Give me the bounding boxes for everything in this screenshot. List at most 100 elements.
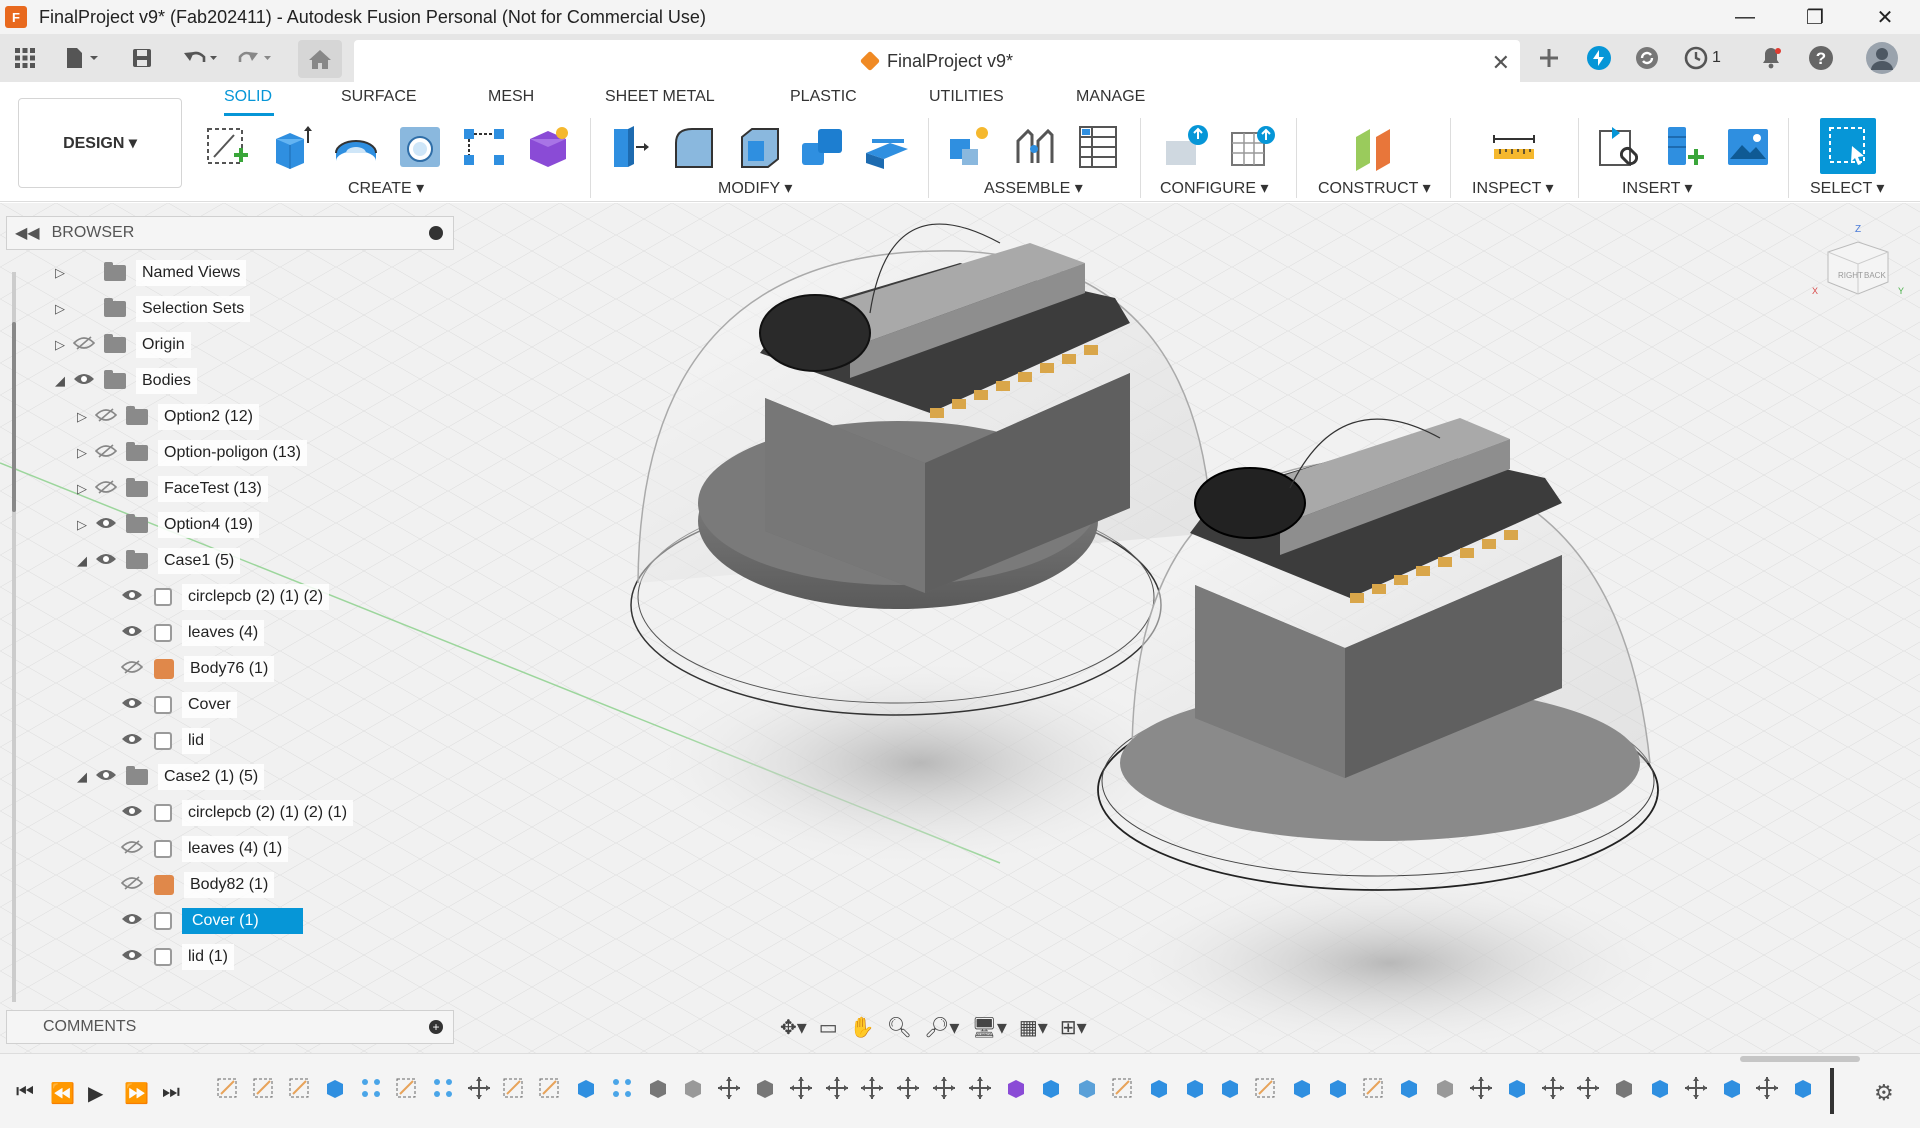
comments-panel[interactable]: COMMENTS + [6,1010,454,1044]
create-group-label[interactable]: CREATE ▾ [348,178,424,198]
fit-icon[interactable]: 🔎︎▾ [924,1015,959,1040]
browser-node[interactable]: Body82 (1) [98,870,275,900]
timeline-extrude-feature-icon[interactable] [1183,1076,1207,1100]
app-grid-icon[interactable] [10,42,40,74]
collapsed-arrow-icon[interactable]: ▷ [50,301,70,317]
grid-settings-icon[interactable]: ▦▾ [1019,1015,1048,1040]
timeline-extrude-feature-icon[interactable] [1147,1076,1171,1100]
revolve-icon[interactable] [330,122,382,172]
restore-button[interactable]: ❐ [1780,0,1850,34]
timeline-extrude-feature-icon[interactable] [1505,1076,1529,1100]
viewcube-right-face[interactable]: RIGHT [1838,271,1863,280]
timeline-sketch-feature-icon[interactable] [1362,1076,1386,1100]
select-icon[interactable] [1820,118,1876,174]
notifications-icon[interactable] [1756,43,1786,73]
timeline-plane-feature-icon[interactable] [1039,1076,1063,1100]
timeline-extrude-feature-icon[interactable] [574,1076,598,1100]
timeline-move-feature-icon[interactable] [717,1076,741,1100]
shell-icon[interactable] [732,122,784,172]
tab-sheet-metal[interactable]: SHEET METAL [605,88,715,116]
tab-plastic[interactable]: PLASTIC [790,88,857,116]
timeline-move-feature-icon[interactable] [932,1076,956,1100]
orbit-constrained-icon[interactable]: ✥▾ [780,1015,807,1040]
expanded-arrow-icon[interactable]: ◢ [72,769,92,785]
timeline-move-feature-icon[interactable] [896,1076,920,1100]
hidden-eye-icon[interactable] [92,479,120,499]
timeline-extrude-feature-icon[interactable] [1397,1076,1421,1100]
new-component-icon[interactable] [944,122,996,172]
workspace-switcher[interactable]: DESIGN ▾ [18,98,182,188]
play-icon[interactable]: ▶ [88,1081,103,1106]
collapsed-arrow-icon[interactable]: ▷ [72,517,92,533]
timeline-combine-feature-icon[interactable] [1612,1076,1636,1100]
redo-icon[interactable] [232,42,276,74]
timeline-move-feature-icon[interactable] [789,1076,813,1100]
timeline-move-feature-icon[interactable] [1576,1076,1600,1100]
tab-manage[interactable]: MANAGE [1076,88,1145,116]
browser-node[interactable]: leaves (4) (1) [98,834,289,864]
timeline-extrude-feature-icon[interactable] [1326,1076,1350,1100]
browser-node[interactable]: ▷ Option4 (19) [72,510,259,540]
timeline-plane-feature-icon[interactable] [1290,1076,1314,1100]
hidden-eye-icon[interactable] [118,839,146,859]
inspect-group-label[interactable]: INSPECT ▾ [1472,178,1554,198]
tab-surface[interactable]: SURFACE [341,88,417,116]
visibility-eye-icon[interactable] [70,371,98,391]
collapsed-arrow-icon[interactable]: ▷ [72,481,92,497]
browser-node[interactable]: leaves (4) [98,618,265,648]
pattern-icon[interactable] [458,122,510,172]
timeline-plane-feature-icon[interactable] [1218,1076,1242,1100]
browser-node[interactable]: ▷ Option2 (12) [72,402,259,432]
timeline-marker[interactable] [1830,1068,1834,1114]
create-sketch-icon[interactable] [202,122,254,172]
timeline-move-feature-icon[interactable] [860,1076,884,1100]
zoom-icon[interactable]: 🔍︎ [887,1015,912,1040]
visibility-eye-icon[interactable] [118,587,146,607]
visibility-eye-icon[interactable] [92,767,120,787]
timeline-move-feature-icon[interactable] [1684,1076,1708,1100]
expanded-arrow-icon[interactable]: ◢ [50,373,70,389]
browser-node[interactable]: ◢ Case2 (1) (5) [72,762,265,792]
timeline-extrude-feature-icon[interactable] [1791,1076,1815,1100]
timeline-sketch-feature-icon[interactable] [216,1076,240,1100]
job-status-icon[interactable]: 1 [1684,43,1728,73]
extensions-icon[interactable] [1584,43,1614,73]
hidden-eye-icon[interactable] [118,659,146,679]
browser-node[interactable]: ▷ Option-poligon (13) [72,438,307,468]
step-forward-icon[interactable]: ⏩ [124,1081,149,1106]
timeline-sketch-feature-icon[interactable] [395,1076,419,1100]
hidden-eye-icon[interactable] [70,335,98,355]
browser-node[interactable]: circlepcb (2) (1) (2) (1) [98,798,354,828]
collapsed-arrow-icon[interactable]: ▷ [50,265,70,281]
timeline-move-feature-icon[interactable] [1541,1076,1565,1100]
help-icon[interactable]: ? [1806,43,1836,73]
visibility-eye-icon[interactable] [118,731,146,751]
browser-node[interactable]: ▷ FaceTest (13) [72,474,268,504]
construct-group-label[interactable]: CONSTRUCT ▾ [1318,178,1431,198]
insert-canvas-icon[interactable] [1722,122,1774,172]
browser-node[interactable]: circlepcb (2) (1) (2) [98,582,330,612]
timeline-extrude-feature-icon[interactable] [323,1076,347,1100]
look-at-icon[interactable]: ▭ [819,1015,838,1040]
minimize-button[interactable]: — [1710,0,1780,34]
collapse-panel-icon[interactable]: ◀◀ [15,223,40,243]
visibility-eye-icon[interactable] [118,695,146,715]
timeline-scrollbar[interactable] [1740,1056,1860,1062]
timeline-move-feature-icon[interactable] [825,1076,849,1100]
undo-icon[interactable] [178,42,222,74]
viewports-icon[interactable]: ⊞▾ [1060,1015,1087,1040]
insert-group-label[interactable]: INSERT ▾ [1622,178,1693,198]
data-panel-icon[interactable] [1632,43,1662,73]
configure-group-label[interactable]: CONFIGURE ▾ [1160,178,1268,198]
timeline-settings-icon[interactable]: ⚙ [1874,1080,1894,1106]
offset-plane-icon[interactable] [1348,122,1400,172]
tab-utilities[interactable]: UTILITIES [929,88,1004,116]
insert-mcmaster-icon[interactable] [1658,122,1710,172]
configure-rules-icon[interactable] [1226,122,1278,172]
timeline-sketch-feature-icon[interactable] [502,1076,526,1100]
hidden-eye-icon[interactable] [92,443,120,463]
close-window-button[interactable]: ✕ [1850,0,1920,34]
viewcube[interactable]: RIGHT BACK Z X Y [1808,222,1908,312]
extrude-icon[interactable] [266,122,318,172]
expanded-arrow-icon[interactable]: ◢ [72,553,92,569]
